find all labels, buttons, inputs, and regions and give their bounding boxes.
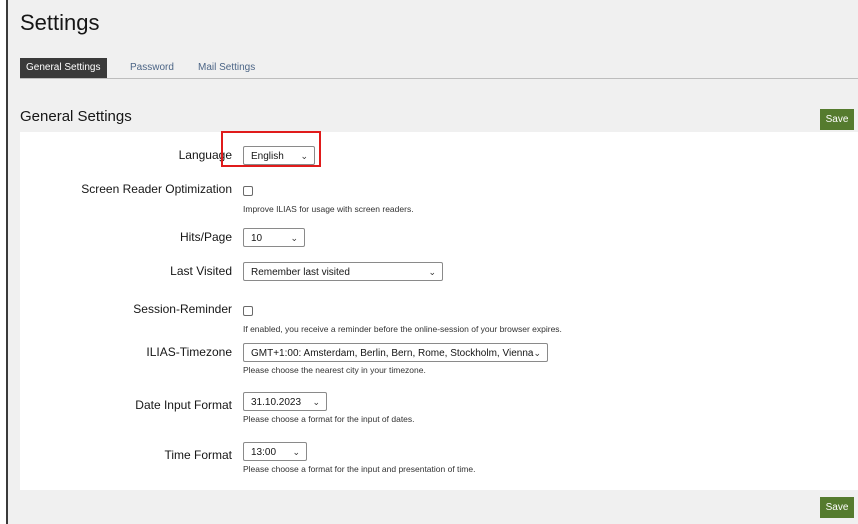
language-label: Language: [178, 148, 232, 162]
save-button-top[interactable]: Save: [820, 109, 854, 130]
time-format-label: Time Format: [164, 448, 232, 462]
save-button-bottom[interactable]: Save: [820, 497, 854, 518]
tab-bar: General Settings Password Mail Settings: [20, 58, 858, 79]
chevron-down-icon: ⌄: [290, 233, 298, 243]
screen-reader-help: Improve ILIAS for usage with screen read…: [243, 204, 414, 214]
last-visited-label: Last Visited: [170, 264, 232, 278]
chevron-down-icon: ⌄: [292, 447, 300, 457]
time-format-value: 13:00: [251, 447, 277, 458]
screen-reader-label: Screen Reader Optimization: [81, 182, 232, 196]
hits-page-select[interactable]: 10 ⌄: [243, 228, 305, 247]
chevron-down-icon: ⌄: [428, 267, 436, 277]
session-reminder-label: Session-Reminder: [133, 302, 232, 316]
chevron-down-icon: ⌄: [300, 151, 308, 161]
timezone-select[interactable]: GMT+1:00: Amsterdam, Berlin, Bern, Rome,…: [243, 343, 548, 362]
language-select[interactable]: English ⌄: [243, 146, 315, 165]
hits-page-label: Hits/Page: [179, 230, 232, 244]
last-visited-value: Remember last visited: [251, 267, 350, 278]
section-title: General Settings: [20, 108, 132, 125]
timezone-value: GMT+1:00: Amsterdam, Berlin, Bern, Rome,…: [251, 348, 534, 359]
time-format-select[interactable]: 13:00 ⌄: [243, 442, 307, 461]
screen-reader-checkbox[interactable]: [243, 186, 253, 196]
page-title: Settings: [20, 10, 100, 35]
session-reminder-checkbox[interactable]: [243, 306, 253, 316]
settings-page: Settings General Settings Password Mail …: [8, 0, 858, 524]
date-format-select[interactable]: 31.10.2023 ⌄: [243, 392, 327, 411]
settings-form: Language English ⌄ Screen Reader Optimiz…: [20, 132, 858, 490]
timezone-help: Please choose the nearest city in your t…: [243, 365, 426, 375]
tab-password[interactable]: Password: [124, 58, 180, 78]
last-visited-select[interactable]: Remember last visited ⌄: [243, 262, 443, 281]
timezone-label: ILIAS-Timezone: [146, 345, 232, 359]
chevron-down-icon: ⌄: [533, 348, 541, 358]
date-format-label: Date Input Format: [135, 398, 232, 412]
language-value: English: [251, 151, 284, 162]
date-format-value: 31.10.2023: [251, 397, 302, 408]
tab-general-settings[interactable]: General Settings: [20, 58, 107, 78]
hits-page-value: 10: [251, 233, 263, 244]
date-format-help: Please choose a format for the input of …: [243, 414, 415, 424]
tab-mail-settings[interactable]: Mail Settings: [192, 58, 261, 78]
session-reminder-help: If enabled, you receive a reminder befor…: [243, 324, 562, 334]
chevron-down-icon: ⌄: [312, 397, 320, 407]
time-format-help: Please choose a format for the input and…: [243, 464, 476, 474]
